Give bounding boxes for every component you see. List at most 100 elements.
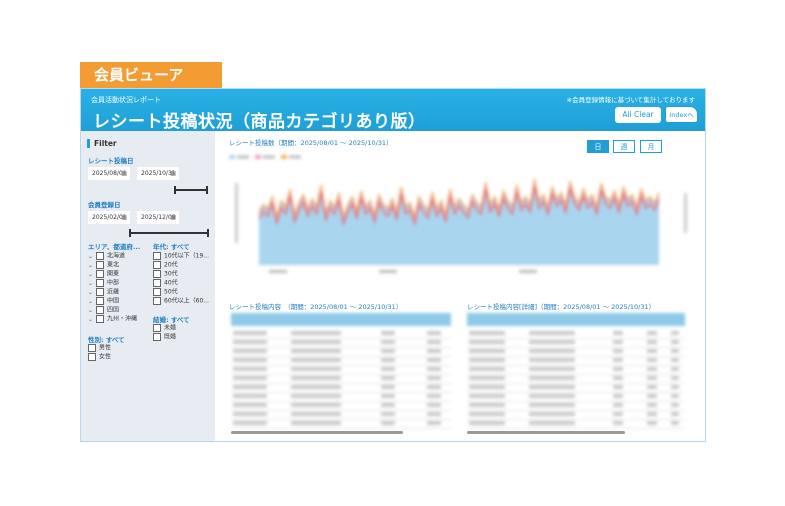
marriage-checkbox[interactable]: 既婚: [153, 333, 176, 342]
table-cell: [469, 376, 505, 380]
chevron-down-icon[interactable]: ⌄: [88, 280, 96, 288]
legend-label: [237, 155, 249, 159]
table2-scrollbar[interactable]: [467, 431, 625, 434]
filter-sidebar: Filter レシート投稿日 2025/08/01 ▦ 2025/10/31 ▦ 会…: [81, 131, 215, 441]
table-cell: [529, 367, 575, 371]
age-checkbox[interactable]: 50代: [153, 288, 178, 297]
table-row[interactable]: [467, 410, 685, 411]
receipt-slider-start-handle[interactable]: [174, 186, 176, 194]
age-checkbox[interactable]: 30代: [153, 270, 178, 279]
table-row[interactable]: [231, 374, 451, 375]
area-checkbox[interactable]: ⌄ 中部: [88, 279, 119, 288]
checkbox-box[interactable]: [88, 344, 96, 352]
table1-title: レシート投稿内容 （期間：2025/08/01 ～ 2025/10/31）: [229, 303, 403, 311]
checkbox-box[interactable]: [153, 261, 161, 269]
table-row[interactable]: [467, 365, 685, 366]
gender-checkbox[interactable]: 男性: [88, 344, 111, 353]
table-row[interactable]: [467, 374, 685, 375]
area-checkbox[interactable]: ⌄ 北海道: [88, 252, 125, 261]
table-row[interactable]: [467, 338, 685, 339]
age-checkbox[interactable]: 20代: [153, 261, 178, 270]
receipt-date-slider[interactable]: [174, 189, 208, 191]
checkbox-box[interactable]: [96, 288, 104, 296]
checkbox-box[interactable]: [88, 353, 96, 361]
table-row[interactable]: [467, 383, 685, 384]
marriage-checkbox[interactable]: 未婚: [153, 324, 176, 333]
age-checkbox[interactable]: 40代: [153, 279, 178, 288]
checkbox-box[interactable]: [96, 297, 104, 305]
legend-swatch: [229, 155, 235, 159]
table-row[interactable]: [467, 392, 685, 393]
area-checkbox[interactable]: ⌄ 近畿: [88, 288, 119, 297]
chevron-down-icon[interactable]: ⌄: [88, 298, 96, 306]
index-button[interactable]: Indexへ: [665, 106, 698, 123]
chevron-down-icon[interactable]: ⌄: [88, 262, 96, 270]
area-checkbox[interactable]: ⌄ 中国: [88, 297, 119, 306]
week-button[interactable]: 週: [613, 140, 635, 153]
x-tick-label: [269, 270, 287, 273]
checkbox-box[interactable]: [96, 261, 104, 269]
table-cell: [647, 331, 657, 335]
day-button[interactable]: 日: [587, 140, 609, 153]
member-slider-start-handle[interactable]: [129, 229, 131, 237]
checkbox-box[interactable]: [153, 333, 161, 341]
member-date-to-input[interactable]: 2025/12/09 ▦: [137, 211, 179, 224]
checkbox-box[interactable]: [153, 297, 161, 305]
table1-scrollbar[interactable]: [231, 431, 403, 434]
table-row[interactable]: [467, 419, 685, 420]
chevron-down-icon[interactable]: ⌄: [88, 316, 96, 324]
table-row[interactable]: [231, 401, 451, 402]
area-checkbox[interactable]: ⌄ 東北: [88, 261, 119, 270]
table-row[interactable]: [467, 428, 685, 429]
area-checkbox[interactable]: ⌄ 関東: [88, 270, 119, 279]
chevron-down-icon[interactable]: ⌄: [88, 289, 96, 297]
receipt-date-to-input[interactable]: 2025/10/31 ▦: [137, 167, 179, 180]
chevron-down-icon[interactable]: ⌄: [88, 307, 96, 315]
table-row[interactable]: [231, 383, 451, 384]
age-checkbox[interactable]: 10代以下（19...: [153, 252, 209, 261]
table-row[interactable]: [231, 338, 451, 339]
gender-checkbox[interactable]: 女性: [88, 353, 111, 362]
table-row[interactable]: [231, 392, 451, 393]
table-cell: [671, 403, 679, 407]
receipt-content-table[interactable]: [231, 313, 451, 429]
receipt-slider-end-handle[interactable]: [206, 186, 208, 194]
area-label: 九州・沖縄: [107, 315, 138, 323]
area-checkbox[interactable]: ⌄ 九州・沖縄: [88, 315, 137, 324]
chart-title: レシート投稿数（期間：2025/08/01 ～ 2025/10/31）: [229, 139, 393, 147]
table-row[interactable]: [231, 347, 451, 348]
table-row[interactable]: [231, 356, 451, 357]
checkbox-box[interactable]: [153, 270, 161, 278]
checkbox-box[interactable]: [96, 252, 104, 260]
checkbox-box[interactable]: [96, 315, 104, 323]
table-cell: [671, 376, 679, 380]
chevron-down-icon[interactable]: ⌄: [88, 253, 96, 261]
table-row[interactable]: [231, 410, 451, 411]
member-date-slider[interactable]: [129, 232, 209, 234]
checkbox-box[interactable]: [96, 306, 104, 314]
area-checkbox[interactable]: ⌄ 四国: [88, 306, 119, 315]
receipt-date-from-input[interactable]: 2025/08/01 ▦: [88, 167, 130, 180]
checkbox-box[interactable]: [153, 324, 161, 332]
table-cell: [613, 376, 623, 380]
table-row[interactable]: [467, 401, 685, 402]
checkbox-box[interactable]: [153, 252, 161, 260]
month-button[interactable]: 月: [640, 140, 662, 153]
member-date-from-input[interactable]: 2025/02/01 ▦: [88, 211, 130, 224]
table-row[interactable]: [231, 419, 451, 420]
table-row[interactable]: [467, 356, 685, 357]
age-checkbox[interactable]: 60代以上（60...: [153, 297, 209, 306]
checkbox-box[interactable]: [96, 279, 104, 287]
checkbox-box[interactable]: [153, 279, 161, 287]
table-row[interactable]: [231, 428, 451, 429]
checkbox-box[interactable]: [153, 288, 161, 296]
table-row[interactable]: [467, 347, 685, 348]
table-cell: [291, 358, 341, 362]
all-clear-button[interactable]: All Clear: [615, 107, 661, 123]
member-slider-end-handle[interactable]: [207, 229, 209, 237]
table-row[interactable]: [231, 365, 451, 366]
checkbox-box[interactable]: [96, 270, 104, 278]
chevron-down-icon[interactable]: ⌄: [88, 271, 96, 279]
receipt-detail-table[interactable]: [467, 313, 685, 429]
table-cell: [529, 385, 575, 389]
